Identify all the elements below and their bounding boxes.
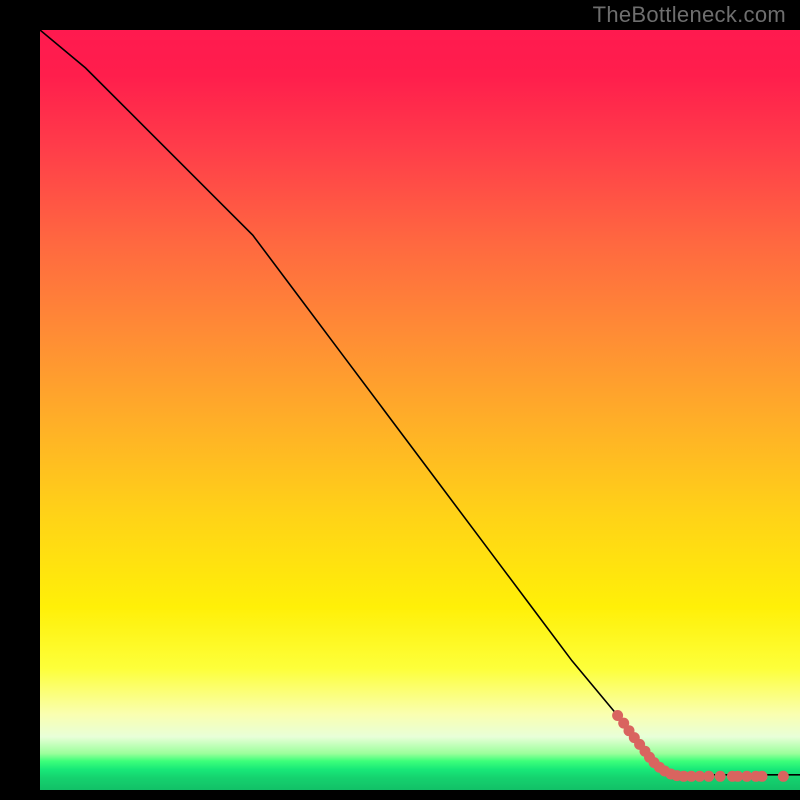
data-marker	[778, 771, 789, 782]
attribution-text: TheBottleneck.com	[593, 2, 786, 28]
marker-group	[612, 710, 789, 782]
data-marker	[757, 771, 768, 782]
data-marker	[715, 771, 726, 782]
chart-overlay	[40, 30, 800, 790]
plot-area	[40, 30, 800, 790]
chart-frame: TheBottleneck.com	[0, 0, 800, 800]
bottleneck-curve	[40, 30, 800, 775]
data-marker	[703, 771, 714, 782]
